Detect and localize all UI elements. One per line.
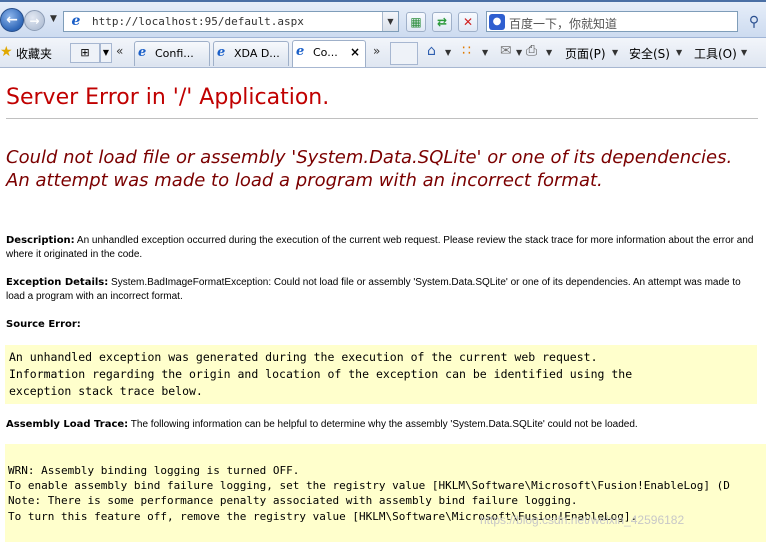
address-dropdown-icon[interactable]: ▼ bbox=[382, 12, 398, 31]
feed-dropdown-icon[interactable]: ▼ bbox=[482, 48, 488, 57]
safety-menu[interactable]: 安全(S) bbox=[629, 45, 670, 62]
trace-line: WRN: Assembly binding logging is turned … bbox=[8, 464, 300, 477]
page-title: Server Error in '/' Application. bbox=[6, 85, 330, 110]
ie-page-icon: e bbox=[71, 13, 81, 29]
refresh-button[interactable]: ⇄ bbox=[432, 12, 452, 32]
address-bar[interactable]: e http://localhost:95/default.aspx ▼ bbox=[63, 11, 399, 32]
tab-current[interactable]: e Co... × bbox=[292, 40, 366, 67]
stop-button[interactable]: ✕ bbox=[458, 12, 478, 32]
error-message: Could not load file or assembly 'System.… bbox=[6, 147, 733, 191]
address-input[interactable]: http://localhost:95/default.aspx bbox=[92, 15, 304, 28]
source-error-line: exception stack trace below. bbox=[9, 384, 203, 398]
source-error-label: Source Error: bbox=[6, 319, 81, 330]
tab-scroll-right-icon[interactable]: » bbox=[373, 44, 380, 58]
exception-text: System.BadImageFormatException: Could no… bbox=[6, 277, 741, 302]
tab-configuration[interactable]: e Confi... bbox=[134, 41, 210, 66]
tab-label: XDA D... bbox=[234, 47, 280, 60]
ie-page-icon: e bbox=[138, 45, 147, 60]
assembly-trace-label: Assembly Load Trace: bbox=[6, 419, 129, 430]
tab-list-dropdown-icon[interactable]: ▼ bbox=[100, 43, 112, 63]
search-icon[interactable]: ⚲ bbox=[744, 12, 764, 32]
tab-label: Confi... bbox=[155, 47, 194, 60]
mail-icon[interactable]: ✉ bbox=[500, 43, 512, 59]
new-tab-button[interactable] bbox=[390, 42, 418, 65]
trace-line: To enable assembly bind failure logging,… bbox=[8, 479, 730, 493]
safety-dropdown-icon[interactable]: ▼ bbox=[676, 48, 682, 57]
address-toolbar: ← → ▼ e http://localhost:95/default.aspx… bbox=[0, 2, 766, 38]
refresh-icon: ⇄ bbox=[436, 15, 448, 29]
history-dropdown-icon[interactable]: ▼ bbox=[50, 14, 57, 24]
description-label: Description: bbox=[6, 235, 75, 246]
tab-xda[interactable]: e XDA D... bbox=[213, 41, 289, 66]
tab-label: Co... bbox=[313, 46, 338, 59]
close-tab-icon[interactable]: × bbox=[350, 41, 360, 64]
trace-line: Note: There is some performance penalty … bbox=[8, 494, 578, 508]
tab-toolbar: ★ 收藏夹 ⊞ ▼ « e Confi... e XDA D... e Co..… bbox=[0, 38, 766, 68]
assembly-trace-text: The following information can be helpful… bbox=[130, 419, 638, 430]
source-error-line: An unhandled exception was generated dur… bbox=[9, 350, 598, 364]
mail-dropdown-icon[interactable]: ▼ bbox=[516, 48, 522, 57]
back-button[interactable]: ← bbox=[0, 8, 24, 32]
ie-page-icon: e bbox=[217, 45, 226, 60]
tools-dropdown-icon[interactable]: ▼ bbox=[741, 48, 747, 57]
page-dropdown-icon[interactable]: ▼ bbox=[612, 48, 618, 57]
forward-arrow-icon: → bbox=[29, 13, 40, 28]
print-icon[interactable]: ⎙ bbox=[526, 43, 537, 59]
stop-icon: ✕ bbox=[462, 15, 474, 29]
home-icon[interactable]: ⌂ bbox=[427, 43, 436, 59]
favorites-star-icon[interactable]: ★ bbox=[0, 44, 13, 60]
ie-page-icon: e bbox=[296, 44, 305, 59]
grid-icon: ⊞ bbox=[80, 46, 90, 59]
search-box[interactable]: ● 百度一下，你就知道 bbox=[486, 11, 738, 32]
home-dropdown-icon[interactable]: ▼ bbox=[445, 48, 451, 57]
watermark: https://blog.csdn.net/weixin_42596182 bbox=[480, 513, 685, 527]
exception-section: Exception Details: System.BadImageFormat… bbox=[6, 276, 758, 304]
page-menu[interactable]: 页面(P) bbox=[565, 45, 606, 62]
back-arrow-icon: ← bbox=[6, 12, 18, 28]
page-content: Server Error in '/' Application. Could n… bbox=[0, 69, 766, 542]
description-text: An unhandled exception occurred during t… bbox=[6, 235, 754, 260]
quick-tabs-button[interactable]: ⊞ bbox=[70, 43, 100, 63]
compatibility-view-button[interactable]: ▦ bbox=[406, 12, 426, 32]
favorites-button[interactable]: 收藏夹 bbox=[16, 45, 52, 62]
source-error-section: Source Error: bbox=[6, 318, 758, 332]
tools-menu[interactable]: 工具(O) bbox=[694, 45, 737, 62]
source-error-line: Information regarding the origin and loc… bbox=[9, 367, 633, 381]
baidu-icon: ● bbox=[489, 14, 505, 30]
exception-label: Exception Details: bbox=[6, 277, 109, 288]
tab-scroll-left-icon[interactable]: « bbox=[116, 44, 123, 58]
rss-feed-icon[interactable]: ∷ bbox=[462, 43, 471, 59]
assembly-trace-box: WRN: Assembly binding logging is turned … bbox=[5, 444, 766, 542]
print-dropdown-icon[interactable]: ▼ bbox=[546, 48, 552, 57]
search-input[interactable]: 百度一下，你就知道 bbox=[509, 15, 617, 32]
divider bbox=[6, 118, 758, 119]
forward-button[interactable]: → bbox=[24, 10, 45, 31]
assembly-trace-section: Assembly Load Trace: The following infor… bbox=[6, 418, 758, 432]
description-section: Description: An unhandled exception occu… bbox=[6, 234, 758, 262]
compatibility-icon: ▦ bbox=[410, 15, 422, 29]
source-error-box: An unhandled exception was generated dur… bbox=[5, 345, 757, 404]
